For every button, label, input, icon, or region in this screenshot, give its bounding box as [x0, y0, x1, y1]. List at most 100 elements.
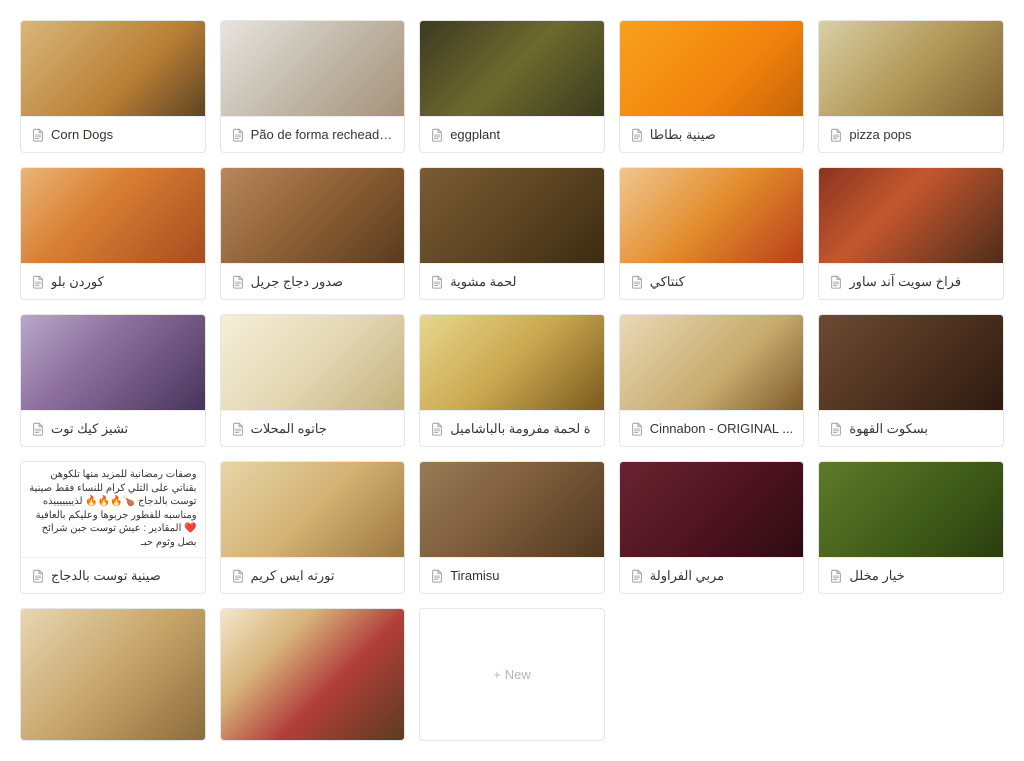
card-thumbnail: [221, 21, 405, 116]
gallery-card[interactable]: مربي الفراولة: [619, 461, 805, 594]
new-card-label: New: [505, 667, 531, 682]
gallery-card[interactable]: جاتوه المحلات: [220, 314, 406, 447]
card-label-row: Tiramisu: [420, 557, 604, 593]
page-icon: [31, 128, 45, 142]
card-title: صدور دجاج جريل: [251, 274, 344, 290]
page-icon: [829, 128, 843, 142]
page-icon: [31, 422, 45, 436]
gallery-card[interactable]: لحمة مشوية: [419, 167, 605, 300]
gallery-card[interactable]: ة لحمة مفرومة بالباشاميل: [419, 314, 605, 447]
gallery-card[interactable]: بسكوت القهوة: [818, 314, 1004, 447]
card-label-row: كوردن بلو: [21, 263, 205, 299]
card-title: كنتاكي: [650, 274, 685, 290]
card-title: فراخ سويت آند ساور: [849, 274, 961, 290]
card-label-row: eggplant: [420, 116, 604, 152]
card-title: تشيز كيك توت: [51, 421, 128, 437]
new-card[interactable]: + New: [419, 608, 605, 741]
card-title: Cinnabon - ORIGINAL ...: [650, 421, 793, 436]
page-icon: [630, 569, 644, 583]
gallery-card[interactable]: eggplant: [419, 20, 605, 153]
new-card-body: + New: [420, 609, 604, 740]
card-thumbnail: [819, 462, 1003, 557]
card-thumbnail: [420, 315, 604, 410]
card-title: تورته ايس كريم: [251, 568, 335, 584]
card-label-row: ة لحمة مفرومة بالباشاميل: [420, 410, 604, 446]
card-thumbnail: [819, 21, 1003, 116]
card-thumbnail: [420, 21, 604, 116]
gallery-grid: Corn Dogs Pão de forma recheado... eggplan…: [20, 20, 1004, 741]
gallery-card[interactable]: Corn Dogs: [20, 20, 206, 153]
card-title: ة لحمة مفرومة بالباشاميل: [450, 421, 590, 437]
gallery-card[interactable]: تشيز كيك توت: [20, 314, 206, 447]
card-label-row: مربي الفراولة: [620, 557, 804, 593]
gallery-card[interactable]: كوردن بلو: [20, 167, 206, 300]
gallery-card[interactable]: تورته ايس كريم: [220, 461, 406, 594]
card-title: لحمة مشوية: [450, 274, 516, 290]
page-icon: [31, 569, 45, 583]
gallery-card[interactable]: صدور دجاج جريل: [220, 167, 406, 300]
card-label-row: جاتوه المحلات: [221, 410, 405, 446]
card-label-row: Pão de forma recheado...: [221, 116, 405, 152]
page-icon: [231, 422, 245, 436]
page-icon: [430, 422, 444, 436]
card-thumbnail: [420, 168, 604, 263]
card-label-row: خيار مخلل: [819, 557, 1003, 593]
gallery-card[interactable]: صينية بطاطا: [619, 20, 805, 153]
gallery-card[interactable]: فراخ سويت آند ساور: [818, 167, 1004, 300]
gallery-card[interactable]: Cinnabon - ORIGINAL ...: [619, 314, 805, 447]
card-title: كوردن بلو: [51, 274, 104, 290]
page-icon: [829, 422, 843, 436]
card-title: pizza pops: [849, 127, 911, 142]
gallery-card[interactable]: pizza pops: [818, 20, 1004, 153]
gallery-card[interactable]: [220, 608, 406, 741]
gallery-card[interactable]: Pão de forma recheado...: [220, 20, 406, 153]
card-thumbnail: [819, 168, 1003, 263]
card-thumbnail: [620, 168, 804, 263]
card-thumbnail: [21, 609, 205, 740]
gallery-card[interactable]: خيار مخلل: [818, 461, 1004, 594]
card-text-preview: وصفات رمضانية للمزيد منها تلكوهن بقناتي …: [21, 462, 205, 557]
card-label-row: Corn Dogs: [21, 116, 205, 152]
card-thumbnail: [620, 315, 804, 410]
page-icon: [630, 422, 644, 436]
card-label-row: تورته ايس كريم: [221, 557, 405, 593]
card-title: Tiramisu: [450, 568, 499, 583]
card-label-row: صينية توست بالدجاج: [21, 557, 205, 593]
card-thumbnail: [221, 609, 405, 740]
card-title: Corn Dogs: [51, 127, 113, 142]
card-thumbnail: [21, 168, 205, 263]
card-title: بسكوت القهوة: [849, 421, 928, 437]
plus-icon: +: [493, 667, 501, 682]
card-thumbnail: [21, 21, 205, 116]
card-thumbnail: [221, 462, 405, 557]
card-title: صينية بطاطا: [650, 127, 716, 143]
card-title: Pão de forma recheado...: [251, 127, 395, 142]
card-title: صينية توست بالدجاج: [51, 568, 161, 584]
page-icon: [231, 275, 245, 289]
page-icon: [829, 569, 843, 583]
card-thumbnail: [620, 21, 804, 116]
gallery-card[interactable]: وصفات رمضانية للمزيد منها تلكوهن بقناتي …: [20, 461, 206, 594]
card-label-row: Cinnabon - ORIGINAL ...: [620, 410, 804, 446]
page-icon: [630, 128, 644, 142]
card-title: eggplant: [450, 127, 500, 142]
card-title: مربي الفراولة: [650, 568, 724, 584]
page-icon: [630, 275, 644, 289]
card-thumbnail: [819, 315, 1003, 410]
card-label-row: كنتاكي: [620, 263, 804, 299]
gallery-card[interactable]: كنتاكي: [619, 167, 805, 300]
page-icon: [430, 128, 444, 142]
card-title: خيار مخلل: [849, 568, 904, 584]
page-icon: [829, 275, 843, 289]
page-icon: [430, 569, 444, 583]
card-thumbnail: [221, 315, 405, 410]
page-icon: [231, 569, 245, 583]
card-title: جاتوه المحلات: [251, 421, 327, 437]
card-label-row: تشيز كيك توت: [21, 410, 205, 446]
card-label-row: صينية بطاطا: [620, 116, 804, 152]
gallery-card[interactable]: Tiramisu: [419, 461, 605, 594]
page-icon: [430, 275, 444, 289]
gallery-card[interactable]: [20, 608, 206, 741]
card-thumbnail: [21, 315, 205, 410]
card-label-row: لحمة مشوية: [420, 263, 604, 299]
